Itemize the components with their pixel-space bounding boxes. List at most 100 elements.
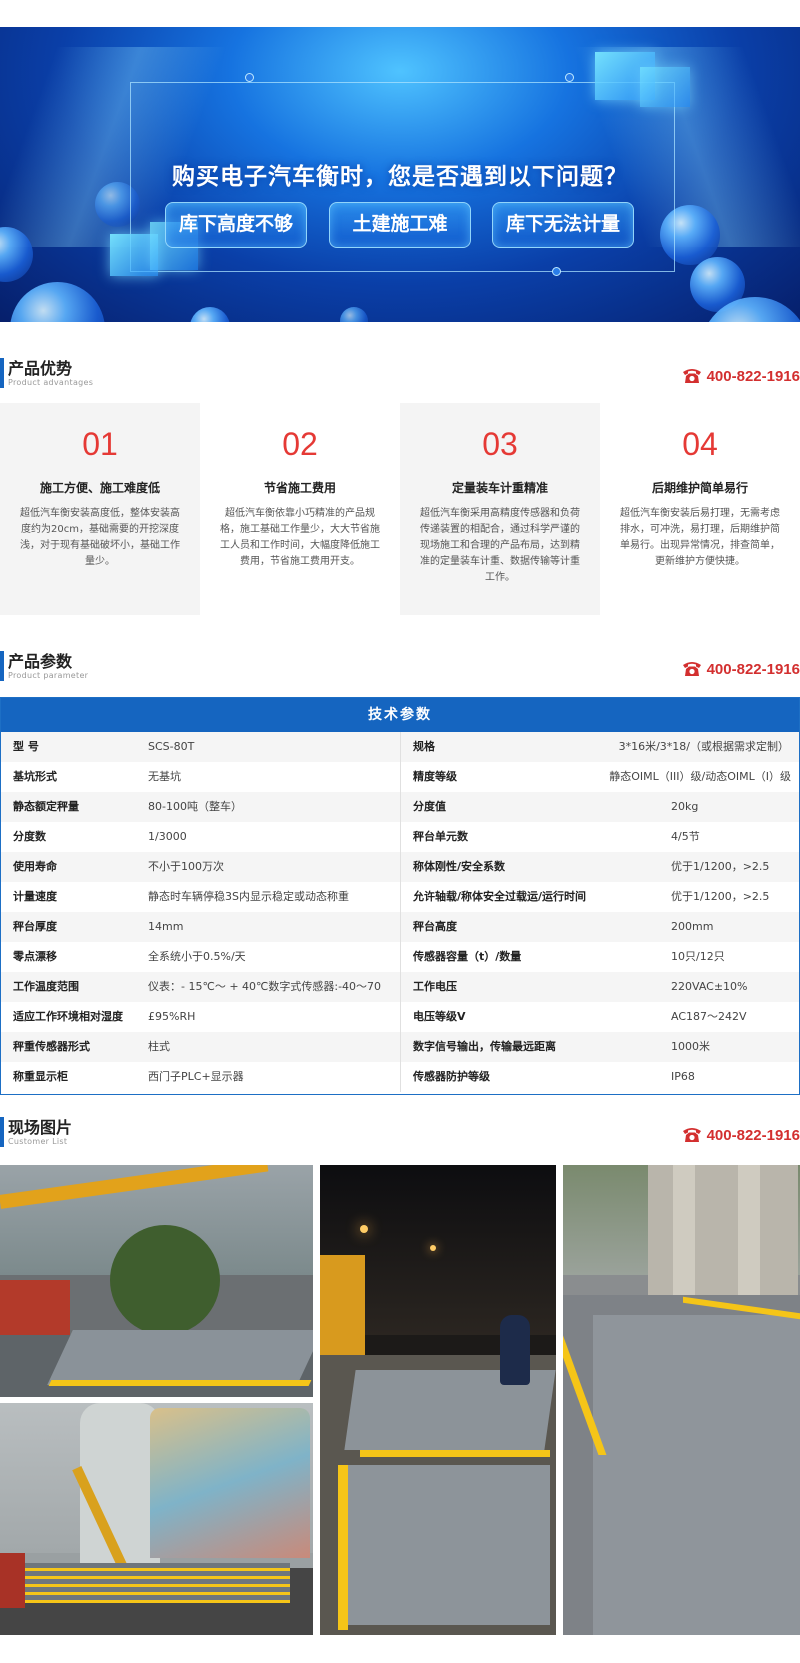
table-row: 静态额定秤量 80-100吨（整车） 分度值 20kg [1, 792, 799, 822]
advantage-description: 超低汽车衡安装高度低，整体安装高度约为20cm，基础需要的开挖深度浅，对于现有基… [20, 508, 180, 567]
spec-key: 工作电压 [413, 980, 457, 993]
spec-key: 型 号 [13, 740, 39, 753]
spec-table: 技术参数 型 号 SCS-80T 规格 3*16米/3*18/（或根据需求定制）… [0, 697, 800, 1095]
frame-dot [245, 73, 254, 82]
section-header-cases: 现场图片 Customer List 400-822-1916 [0, 1114, 800, 1154]
spec-value: IP68 [671, 1070, 695, 1083]
spec-value: 西门子PLC+显示器 [136, 1062, 401, 1092]
spec-value: 优于1/1200，>2.5 [671, 890, 770, 903]
spec-value: £95%RH [136, 1002, 401, 1032]
table-row: 型 号 SCS-80T 规格 3*16米/3*18/（或根据需求定制） [1, 732, 799, 762]
spec-value: 80-100吨（整车） [136, 792, 401, 822]
site-photo[interactable] [320, 1165, 556, 1635]
section-subtitle: Product parameter [8, 671, 89, 680]
spec-table-title: 技术参数 [1, 698, 799, 732]
site-photo[interactable] [0, 1165, 313, 1397]
phone-number: 400-822-1916 [706, 660, 800, 678]
advantage-card: 02 节省施工费用 超低汽车衡依靠小巧精准的产品规格，施工基础工作量少，大大节省… [200, 403, 400, 615]
advantage-number: 01 [82, 426, 118, 462]
spec-key: 秤重传感器形式 [13, 1040, 90, 1053]
section-header-parameters: 产品参数 Product parameter 400-822-1916 [0, 648, 800, 688]
site-photo[interactable] [563, 1165, 800, 1635]
spec-key: 分度值 [413, 800, 446, 813]
spec-value: 10只/12只 [671, 950, 725, 963]
spec-key: 工作温度范围 [13, 980, 79, 993]
advantage-title: 节省施工费用 [263, 481, 336, 495]
phone-number: 400-822-1916 [706, 367, 800, 385]
hotline[interactable]: 400-822-1916 [681, 660, 800, 678]
worker [500, 1315, 530, 1385]
spec-value: 1000米 [671, 1040, 710, 1053]
crane-truck [320, 1255, 365, 1365]
table-row: 工作温度范围 仪表：- 15℃～ + 40℃数字式传感器:-40～70 工作电压… [1, 972, 799, 1002]
building-pillar [673, 1165, 695, 1305]
scale-plate [340, 1465, 550, 1625]
truck-cab [0, 1553, 25, 1608]
building-pillar [738, 1165, 760, 1305]
spec-value: 无基坑 [136, 762, 401, 792]
hotline[interactable]: 400-822-1916 [681, 1126, 800, 1144]
table-row: 秤重传感器形式 柱式 数字信号输出，传输最远距离 1000米 [1, 1032, 799, 1062]
spec-value: 柱式 [136, 1032, 401, 1062]
silo [80, 1403, 160, 1563]
spec-value: AC187～242V [671, 1010, 747, 1023]
bubble-decoration [340, 307, 368, 322]
advantage-card: 03 定量装车计重精准 超低汽车衡采用高精度传感器和负荷传递装置的相配合，通过科… [400, 403, 600, 615]
spec-key: 称体刚性/安全系数 [413, 860, 506, 873]
hotline[interactable]: 400-822-1916 [681, 367, 800, 385]
street-light [360, 1225, 368, 1233]
spec-key: 静态额定秤量 [13, 800, 79, 813]
advantage-number: 02 [282, 426, 318, 462]
hero-banner: 购买电子汽车衡时，您是否遇到以下问题？ 库下高度不够 土建施工难 库下无法计量 [0, 27, 800, 322]
site-photo[interactable] [0, 1403, 313, 1635]
section-accent-bar [0, 358, 4, 388]
spec-value: 不小于100万次 [136, 852, 401, 882]
spec-key: 基坑形式 [13, 770, 57, 783]
spec-value: 220VAC±10% [671, 980, 748, 993]
table-row: 称重显示柜 西门子PLC+显示器 传感器防护等级 IP68 [1, 1062, 799, 1092]
building-pillar [648, 1165, 798, 1315]
telephone-icon [682, 662, 701, 676]
telephone-icon [682, 1128, 701, 1142]
scale-plate [593, 1315, 800, 1635]
spec-key: 称重显示柜 [13, 1070, 68, 1083]
spec-value: 1/3000 [136, 822, 401, 852]
bubble-decoration [10, 282, 105, 322]
advantage-number: 04 [682, 426, 718, 462]
silo-mural [150, 1408, 310, 1558]
scale-rail [48, 1380, 312, 1386]
spec-value: 3*16米/3*18/（或根据需求定制） [618, 740, 789, 753]
scale-rail [360, 1450, 550, 1457]
spec-key: 适应工作环境相对湿度 [13, 1010, 123, 1023]
spec-key: 规格 [413, 740, 435, 753]
advantage-card: 01 施工方便、施工难度低 超低汽车衡安装高度低，整体安装高度约为20cm，基础… [0, 403, 200, 615]
problem-tag: 土建施工难 [329, 202, 471, 248]
section-header-advantages: 产品优势 Product advantages 400-822-1916 [0, 355, 800, 395]
scale-plate [47, 1330, 313, 1385]
section-title: 产品优势 [8, 359, 73, 378]
table-row: 适应工作环境相对湿度 £95%RH 电压等级V AC187～242V [1, 1002, 799, 1032]
spec-key: 允许轴载/称体安全过载运/运行时间 [413, 890, 587, 903]
spec-key: 秤台厚度 [13, 920, 57, 933]
advantage-description: 超低汽车衡依靠小巧精准的产品规格，施工基础工作量少，大大节省施工人员和工作时间，… [220, 508, 380, 567]
table-row: 零点漂移 全系统小于0.5%/天 传感器容量（t）/数量 10只/12只 [1, 942, 799, 972]
advantage-title: 施工方便、施工难度低 [39, 481, 160, 495]
section-subtitle: Product advantages [8, 378, 94, 387]
spec-value: 20kg [671, 800, 699, 813]
frame-dot [565, 73, 574, 82]
spec-value: 4/5节 [671, 830, 700, 843]
advantage-description: 超低汽车衡采用高精度传感器和负荷传递装置的相配合，通过科学严谨的现场施工和合理的… [420, 508, 580, 583]
spec-key: 分度数 [13, 830, 46, 843]
spec-key: 计量速度 [13, 890, 57, 903]
section-subtitle: Customer List [8, 1137, 68, 1146]
spec-key: 电压等级V [413, 1010, 466, 1023]
scale-rail [338, 1465, 348, 1630]
tree [110, 1225, 220, 1335]
spec-value: 全系统小于0.5%/天 [136, 942, 401, 972]
spec-key: 零点漂移 [13, 950, 57, 963]
advantages-grid: 01 施工方便、施工难度低 超低汽车衡安装高度低，整体安装高度约为20cm，基础… [0, 403, 800, 615]
telephone-icon [682, 369, 701, 383]
spec-key: 秤台高度 [413, 920, 457, 933]
spec-key: 使用寿命 [13, 860, 57, 873]
street-light [430, 1245, 436, 1251]
